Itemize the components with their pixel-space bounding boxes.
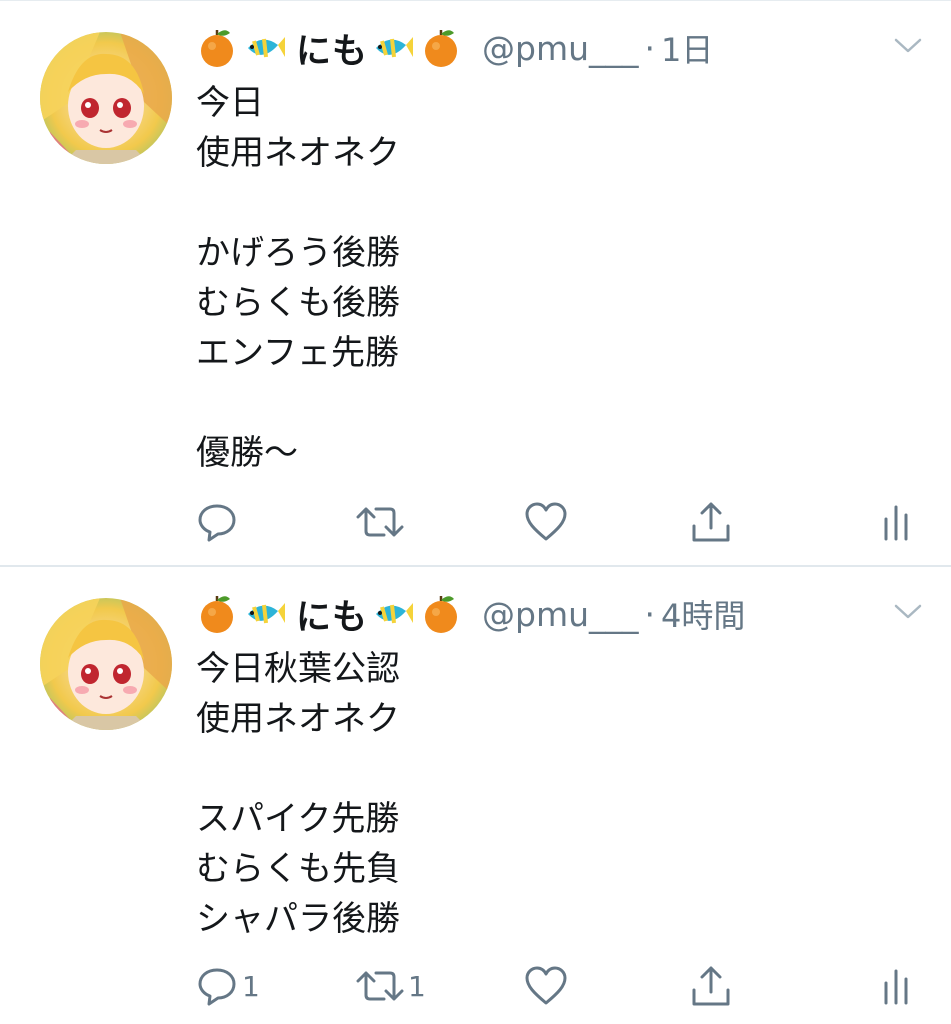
share-icon [692, 502, 730, 542]
analytics-icon [884, 505, 908, 541]
tweet[interactable]: にも @pmu___ · 1日 今日 使用ネオネク かげろう後勝 むらくも後勝 … [0, 0, 951, 566]
caret-down-icon[interactable] [893, 602, 923, 622]
like-button[interactable] [524, 962, 572, 1010]
analytics-button[interactable] [882, 962, 912, 1010]
tweet-actions [0, 492, 951, 552]
reply-count: 1 [242, 969, 260, 1003]
like-icon [525, 502, 567, 541]
share-icon [692, 966, 730, 1006]
share-button[interactable] [690, 498, 732, 546]
retweet-icon [356, 507, 404, 537]
reply-icon [198, 968, 236, 1006]
user-handle[interactable]: @pmu___ [482, 595, 639, 634]
timestamp[interactable]: 4時間 [661, 591, 745, 637]
orange-emoji [201, 596, 233, 633]
reply-icon [198, 504, 236, 542]
reply-button[interactable] [196, 498, 242, 546]
tweet-actions: 1 1 [0, 956, 951, 1016]
retweet-count: 1 [408, 969, 426, 1003]
orange-emoji [425, 596, 458, 633]
retweet-button[interactable] [356, 498, 408, 546]
avatar[interactable] [40, 598, 172, 730]
tweet-text: 今日 使用ネオネク かげろう後勝 むらくも後勝 エンフェ先勝 優勝〜 [196, 83, 400, 473]
reply-button[interactable]: 1 [196, 962, 260, 1010]
user-handle[interactable]: @pmu___ [482, 29, 639, 68]
tweet-header: にも @pmu___ · 4時間 [196, 590, 745, 638]
avatar[interactable] [40, 32, 172, 164]
share-button[interactable] [690, 962, 732, 1010]
display-name[interactable]: にも [196, 589, 468, 640]
caret-down-icon[interactable] [893, 36, 923, 56]
display-name-text[interactable]: にも [296, 23, 368, 74]
timestamp[interactable]: 1日 [661, 25, 713, 71]
tropical-fish-emoji [376, 37, 414, 58]
display-name[interactable]: にも [196, 23, 468, 74]
tweet-text: 今日秋葉公認 使用ネオネク スパイク先勝 むらくも先負 シャパラ後勝 [196, 649, 400, 939]
tropical-fish-emoji [248, 603, 285, 624]
tropical-fish-emoji [376, 603, 414, 624]
retweet-icon [356, 971, 404, 1001]
separator-dot: · [644, 28, 656, 68]
display-name-text[interactable]: にも [296, 589, 368, 640]
separator-dot: · [644, 594, 656, 634]
analytics-icon [884, 969, 908, 1005]
orange-emoji [425, 30, 458, 67]
analytics-button[interactable] [882, 498, 912, 546]
orange-emoji [201, 30, 233, 67]
tropical-fish-emoji [248, 37, 285, 58]
like-button[interactable] [524, 498, 572, 546]
tweet[interactable]: にも @pmu___ · 4時間 今日秋葉公認 使用ネオネク スパイク先勝 むら… [0, 566, 951, 1024]
tweet-header: にも @pmu___ · 1日 [196, 24, 713, 72]
like-icon [525, 966, 567, 1005]
retweet-button[interactable]: 1 [356, 962, 426, 1010]
